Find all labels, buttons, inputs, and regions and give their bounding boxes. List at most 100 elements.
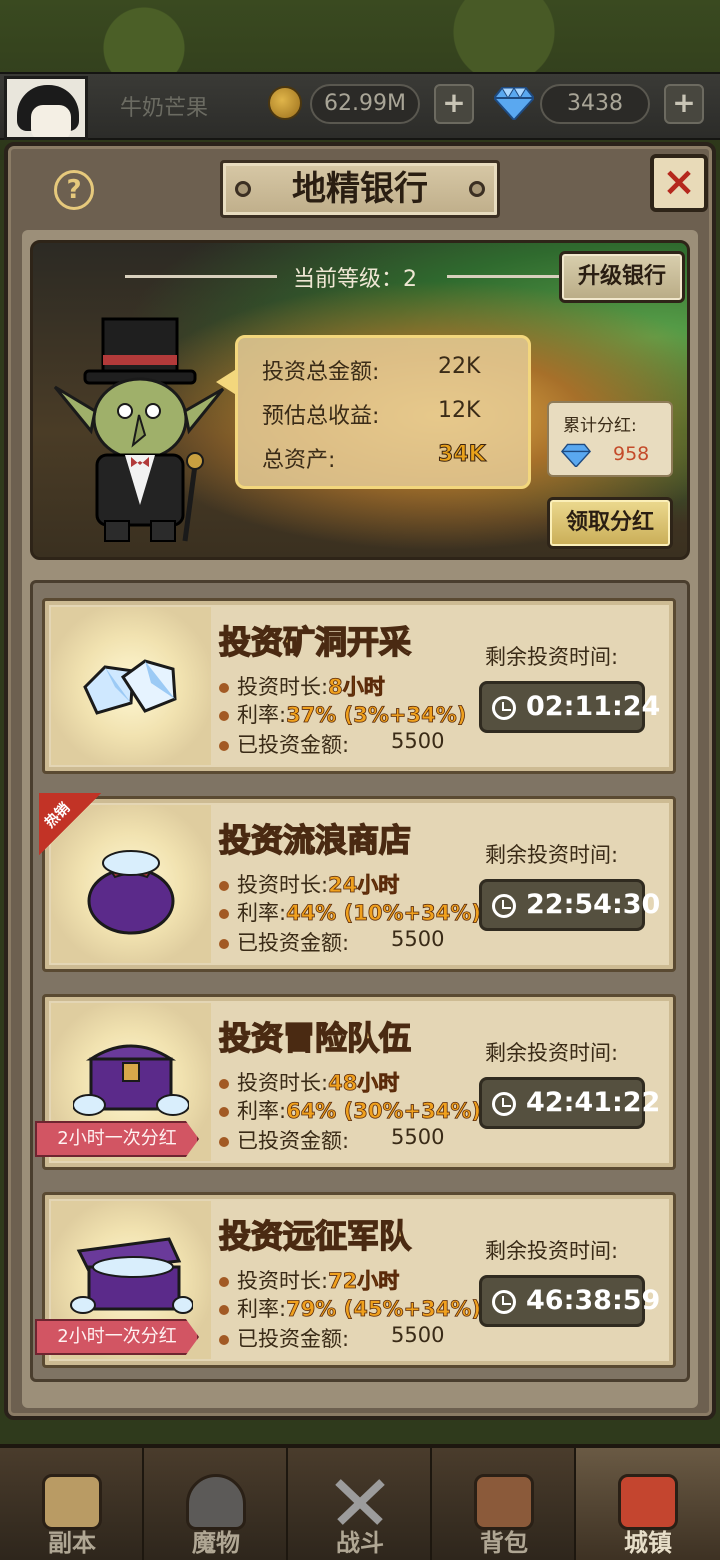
card-rate-row: 利率:44% (10%+34%): [219, 897, 481, 927]
countdown-timer: 46:38:59: [479, 1275, 660, 1327]
bank-stats-bubble: 投资总金额: 22K 预估总收益: 12K 总资产: 34K: [216, 335, 531, 489]
investment-card-adventure-team[interactable]: 2小时一次分红 投资冒险队伍 投资时长:48小时 利率:64% (30%+34%…: [35, 994, 676, 1170]
countdown-timer: 02:11:24: [479, 681, 660, 733]
card-amount-row: 已投资金额: 5500: [219, 729, 444, 759]
rate-label: 利率:: [237, 703, 287, 727]
timer-value: 22:54:30: [526, 889, 661, 920]
rate-value: 64% (30%+34%): [286, 1099, 482, 1124]
nav-town[interactable]: 城镇: [576, 1448, 720, 1560]
rivet-right: [469, 181, 485, 197]
avatar[interactable]: [4, 76, 88, 140]
gold-coin-icon: [268, 86, 302, 120]
countdown-timer: 22:54:30: [479, 879, 660, 931]
amount-value: 5500: [391, 1323, 445, 1347]
duration-label: 投资时长:: [237, 675, 329, 699]
open-chest-icon: [70, 1237, 193, 1314]
clock-icon: [492, 1092, 516, 1116]
accumulated-dividend-box: 累计分红: 958: [547, 401, 673, 477]
level-divider-right: [447, 275, 577, 278]
remaining-time-label: 剩余投资时间:: [485, 645, 619, 669]
amount-label: 已投资金额:: [237, 931, 350, 955]
card-title: 投资远征军队: [218, 1216, 412, 1256]
gem-amount: 3438: [540, 84, 650, 124]
bank-level: 当前等级：2: [293, 267, 417, 292]
level-divider-left: [125, 275, 277, 278]
card-rate-row: 利率:37% (3%+34%): [219, 699, 467, 729]
investment-card-shop[interactable]: 热销 投资流浪商店 投资时长:24小时 利率:44% (10%+34%) 已投资…: [39, 793, 676, 972]
hot-sale-tag: 热销: [39, 793, 101, 855]
dialog-title: 地精银行: [220, 160, 500, 218]
clock-icon: [492, 1290, 516, 1314]
nav-label: 背包: [480, 1529, 528, 1557]
bank-info-scene: 当前等级：2 升级银行 投资总金额: 22K 预估总收益: 12K 总资产: 3…: [30, 240, 690, 560]
card-title: 投资冒险队伍: [218, 1018, 412, 1058]
duration-value: 72小时: [328, 1269, 400, 1294]
estimated-earnings-label: 预估总收益:: [262, 404, 380, 429]
duration-label: 投资时长:: [237, 873, 329, 897]
clock-icon: [492, 894, 516, 918]
amount-label: 已投资金额:: [237, 1327, 350, 1351]
nav-label: 魔物: [192, 1529, 240, 1557]
duration-label: 投资时长:: [237, 1269, 329, 1293]
card-duration-row: 投资时长:8小时: [219, 671, 385, 701]
timer-value: 46:38:59: [526, 1285, 661, 1316]
card-amount-row: 已投资金额: 5500: [219, 1125, 444, 1155]
nav-label: 副本: [48, 1529, 96, 1557]
gold-amount: 62.99M: [310, 84, 420, 124]
nav-monsters[interactable]: 魔物: [144, 1448, 288, 1560]
treasure-chest-icon: [73, 1044, 189, 1116]
dividend-label: 累计分红:: [563, 416, 637, 436]
close-button[interactable]: ×: [650, 154, 708, 212]
nav-backpack[interactable]: 背包: [432, 1448, 576, 1560]
rate-label: 利率:: [237, 1297, 287, 1321]
nav-dungeon[interactable]: 副本: [0, 1448, 144, 1560]
total-assets-value: 34K: [438, 442, 487, 468]
nav-battle[interactable]: 战斗: [288, 1448, 432, 1560]
card-amount-row: 已投资金额: 5500: [219, 1323, 444, 1353]
investment-card-expedition-army[interactable]: 2小时一次分红 投资远征军队 投资时长:72小时 利率:79% (45%+34%…: [35, 1192, 676, 1368]
investment-card-mine[interactable]: 投资矿洞开采 投资时长:8小时 利率:37% (3%+34%) 已投资金额: 55…: [42, 598, 676, 774]
hot-sale-text: 热销: [42, 800, 74, 832]
rate-value: 79% (45%+34%): [286, 1297, 482, 1322]
duration-label: 投资时长:: [237, 1071, 329, 1095]
card-rate-row: 利率:64% (30%+34%): [219, 1095, 481, 1125]
map-icon: [42, 1474, 102, 1530]
duration-value: 8小时: [328, 675, 385, 700]
bottom-navigation: 副本 魔物 战斗 背包 城镇: [0, 1444, 720, 1560]
card-duration-row: 投资时长:48小时: [219, 1067, 400, 1097]
total-investment-label: 投资总金额:: [262, 360, 380, 385]
player-name: 牛奶芒果: [120, 96, 209, 121]
duration-value: 24小时: [328, 873, 400, 898]
card-rate-row: 利率:79% (45%+34%): [219, 1293, 481, 1323]
countdown-timer: 42:41:22: [479, 1077, 660, 1129]
upgrade-bank-button[interactable]: 升级银行: [559, 251, 685, 303]
card-amount-row: 已投资金额: 5500: [219, 927, 444, 957]
clock-icon: [492, 696, 516, 720]
timer-value: 02:11:24: [526, 691, 661, 722]
dialog-title-text: 地精银行: [292, 169, 428, 209]
card-title: 投资矿洞开采: [218, 622, 412, 662]
dividend-value: 958: [613, 443, 650, 465]
card-title: 投资流浪商店: [218, 820, 412, 860]
card-icon-area: [51, 607, 211, 765]
rate-label: 利率:: [237, 1099, 287, 1123]
remaining-time-label: 剩余投资时间:: [485, 843, 619, 867]
claim-dividend-button[interactable]: 领取分红: [547, 497, 673, 549]
gem-icon: [494, 87, 534, 120]
amount-value: 5500: [391, 729, 445, 753]
estimated-earnings-value: 12K: [438, 398, 481, 423]
monster-icon: [186, 1474, 246, 1530]
amount-label: 已投资金额:: [237, 733, 350, 757]
nav-label: 战斗: [336, 1529, 384, 1557]
remaining-time-label: 剩余投资时间:: [485, 1239, 619, 1263]
rivet-left: [235, 181, 251, 197]
bubble-tail: [216, 368, 238, 396]
gem-icon: [561, 443, 591, 467]
backpack-icon: [474, 1474, 534, 1530]
amount-label: 已投资金额:: [237, 1129, 350, 1153]
crossed-swords-icon: [335, 1479, 385, 1525]
rate-label: 利率:: [237, 901, 287, 925]
help-button[interactable]: ?: [54, 170, 94, 210]
add-gems-button[interactable]: +: [664, 84, 704, 124]
add-gold-button[interactable]: +: [434, 84, 474, 124]
